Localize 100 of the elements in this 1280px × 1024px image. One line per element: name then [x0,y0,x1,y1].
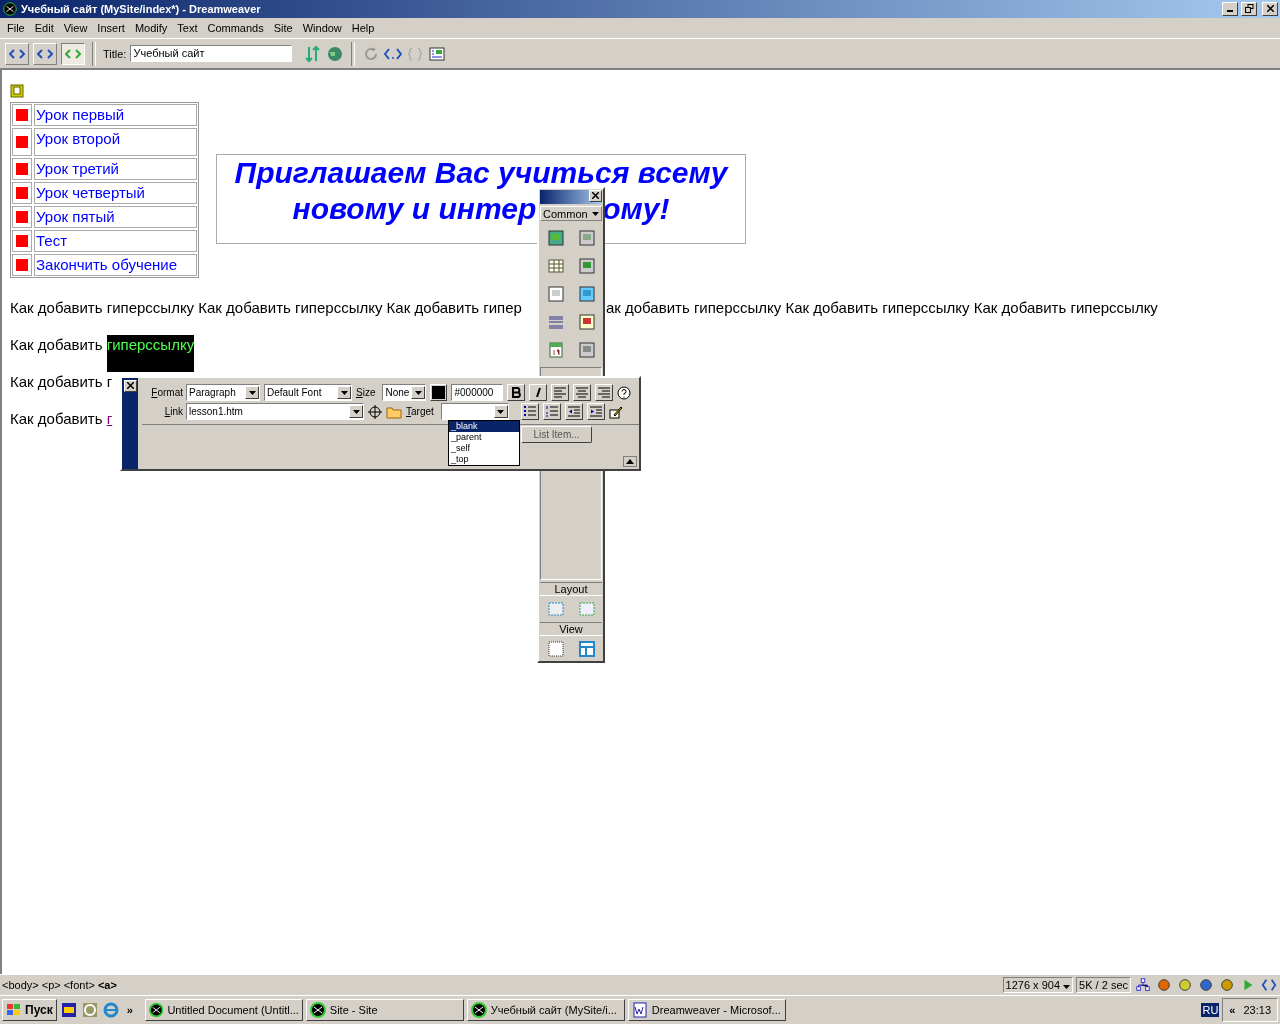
section-label: View [540,622,602,636]
unordered-list-button[interactable] [520,403,539,420]
font-dropdown[interactable]: Default Font [264,384,352,401]
nav-link[interactable]: Урок третий [34,158,197,180]
tag-selector[interactable]: <a> [97,979,117,991]
language-indicator[interactable]: RU [1201,1003,1220,1017]
tag-selector[interactable]: <p> [41,979,61,991]
app-icon [2,1,18,17]
menu-item[interactable]: Site [268,22,298,34]
help-icon[interactable] [617,385,632,400]
menu-item[interactable]: Insert [92,22,130,34]
download-time: 5K / 2 sec [1076,977,1131,993]
date-icon[interactable] [546,341,565,359]
align-right-button[interactable] [595,384,614,401]
title-field[interactable]: Учебный сайт [130,45,293,62]
restore-button[interactable] [1241,2,1257,16]
menu-item[interactable]: Commands [202,22,269,34]
layout-view-icon[interactable] [577,640,596,658]
collapse-button[interactable] [623,456,637,467]
title-label: Title: [103,47,127,60]
site-map-icon[interactable] [1134,977,1152,993]
indent-button[interactable] [586,403,605,420]
tag-selector[interactable]: <body> [2,979,39,991]
selected-text: гиперссылку [106,335,195,372]
heading-text: ому! [602,191,670,227]
code-inspector-icon[interactable] [1260,977,1278,993]
outdent-icon [567,406,580,417]
taskbar-button[interactable]: Dreamweaver - Microsof... [627,999,786,1021]
split-view-icon [37,46,53,61]
tray-toggle[interactable]: « [1229,1004,1236,1016]
nav-link[interactable]: Урок первый [34,104,197,126]
target-dropdown[interactable] [440,403,509,420]
size-dropdown[interactable]: None [382,384,427,401]
paragraph-text: Как добавить [10,335,104,355]
window-size-selector[interactable]: 1276 x 904 [1002,977,1074,993]
code-view-icon [9,46,25,61]
nav-link[interactable]: Тест [34,230,197,252]
nav-link[interactable]: Урок четвертый [34,182,197,204]
close-icon [126,381,134,389]
view-options-icon[interactable] [428,44,447,63]
quick-tag-editor-icon[interactable] [608,404,623,419]
align-left-button[interactable] [551,384,570,401]
size-label: Size [356,387,377,398]
tag-selector[interactable]: <font> [63,979,95,991]
nav-link[interactable]: Урок пятый [34,206,197,228]
word-document-icon [631,1002,648,1018]
target-option[interactable]: _blank [449,421,519,432]
bullet-icon [16,163,28,175]
color-picker[interactable] [430,384,448,401]
standard-view-icon[interactable] [546,640,565,658]
menu-item[interactable]: File [2,22,30,34]
minimize-button[interactable] [1222,2,1238,16]
nav-link[interactable]: Урок второй [34,128,197,156]
app-icon [148,1002,164,1018]
taskbar-button[interactable]: Site - Site [305,999,464,1021]
design-view-button[interactable] [61,42,85,65]
link-text[interactable]: г [106,409,113,446]
code-view-button[interactable] [5,42,29,65]
clock: 23:13 [1243,1004,1271,1016]
menu-item[interactable]: Edit [29,22,59,34]
close-button[interactable] [1262,2,1278,16]
draw-layout-cell-icon[interactable] [546,600,565,618]
start-button[interactable]: Пуск [2,999,57,1021]
caret-icon [1063,985,1071,989]
format-dropdown[interactable]: Paragraph [186,384,260,401]
close-button[interactable] [123,380,137,392]
split-view-button[interactable] [33,42,57,65]
menu-item[interactable]: Help [346,22,380,34]
close-button[interactable] [589,190,602,202]
align-center-button[interactable] [573,384,592,401]
caret-icon [414,390,422,395]
point-to-file-icon[interactable] [368,404,382,419]
link-dropdown[interactable]: lesson1.htm [186,403,364,420]
bold-icon [510,387,522,398]
bold-button[interactable] [507,384,526,401]
bullet-icon [16,109,28,121]
color-field[interactable]: #000000 [451,384,504,401]
category-dropdown[interactable]: Common [540,206,602,221]
ordered-list-button[interactable] [542,403,561,420]
library-item-icon [10,84,24,98]
menu-item[interactable]: Modify [129,22,173,34]
close-icon [592,191,599,199]
table-icon[interactable] [546,257,565,275]
bullet-icon [16,235,28,247]
italic-button[interactable] [529,384,548,401]
menu-item[interactable]: View [58,22,93,34]
list-item-button[interactable]: List Item... [521,426,592,443]
bullet-icon [16,211,28,223]
align-center-icon [576,387,589,398]
menu-item[interactable]: Text [172,22,203,34]
taskbar-button[interactable]: Untitled Document (Untitl... [144,999,303,1021]
menu-item[interactable]: Window [297,22,347,34]
caret-icon [352,409,360,414]
windows-logo [6,1003,22,1017]
browser-icon[interactable] [101,1001,120,1019]
format-label: Format [150,387,184,398]
more-button[interactable]: » [122,1004,137,1016]
nav-link[interactable]: Закончить обучение [34,254,197,276]
outdent-button[interactable] [564,403,583,420]
taskbar-button[interactable]: Учебный сайт (MySite/i... [466,999,625,1021]
